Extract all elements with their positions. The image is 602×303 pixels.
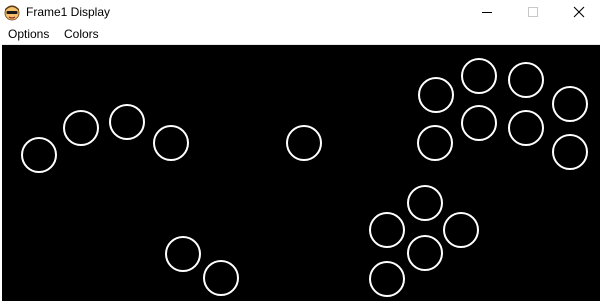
close-button[interactable] [556, 0, 602, 24]
circle-shape [369, 261, 405, 297]
maximize-icon [528, 7, 538, 17]
circle-shape [407, 185, 443, 221]
menu-options[interactable]: Options [4, 26, 53, 42]
title-bar[interactable]: Frame1 Display [0, 0, 602, 24]
minimize-icon [482, 12, 492, 13]
circle-shape [461, 105, 497, 141]
circle-shape [552, 134, 588, 170]
app-face-icon[interactable] [3, 3, 21, 21]
circle-drawing [21, 58, 588, 297]
circle-shape [508, 110, 544, 146]
circle-shape [418, 77, 454, 113]
menu-bar: Options Colors [0, 24, 602, 45]
circle-shape [109, 104, 145, 140]
circle-shape [443, 212, 479, 248]
circle-shape [286, 125, 322, 161]
minimize-button[interactable] [464, 0, 510, 24]
menu-colors[interactable]: Colors [60, 26, 103, 42]
circle-shape [203, 260, 239, 296]
window-title: Frame1 Display [26, 5, 111, 19]
circle-shape [461, 58, 497, 94]
circle-shape [552, 86, 588, 122]
circle-shape [417, 125, 453, 161]
circle-shape [21, 137, 57, 173]
circle-shape [508, 62, 544, 98]
circle-shape [165, 236, 201, 272]
drawing-canvas[interactable] [2, 45, 600, 301]
circle-shape [153, 125, 189, 161]
circle-shape [63, 110, 99, 146]
app-window: Frame1 Display Options Colors [0, 0, 602, 303]
close-icon [573, 6, 585, 18]
maximize-button[interactable] [510, 0, 556, 24]
circle-shape [407, 235, 443, 271]
circle-shape [369, 212, 405, 248]
